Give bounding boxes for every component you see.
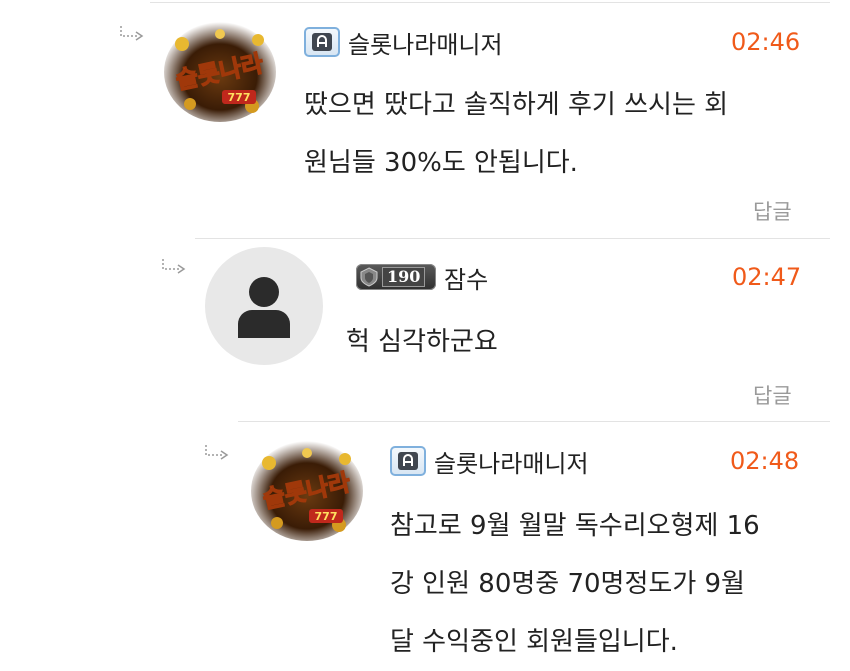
comment-author-name[interactable]: 잠수 [444, 260, 488, 295]
comment-divider [238, 421, 830, 422]
comment-divider [150, 2, 830, 3]
slotnara-logo-icon: 슬롯나라 777 [164, 22, 276, 122]
reply-arrow-icon [162, 259, 186, 274]
comment-body-line: 헉 심각하군요 [346, 327, 498, 357]
user-silhouette-icon [238, 277, 290, 338]
comment-body: 땄으면 땄다고 솔직하게 후기 쓰시는 회 원님들 30%도 안됩니다. [304, 76, 804, 192]
comment-time: 02:46 [731, 28, 801, 56]
shield-icon [360, 267, 378, 287]
avatar-slotnara-logo[interactable]: 슬롯나라 777 [247, 433, 367, 543]
comment-author-name[interactable]: 슬롯나라매니저 [434, 444, 589, 479]
comment-body: 참고로 9월 월말 독수리오형제 16 강 인원 80명중 70명정도가 9월 … [390, 497, 810, 671]
comment-author-name[interactable]: 슬롯나라매니저 [348, 25, 503, 60]
reply-arrow-icon [205, 445, 229, 460]
comment-time: 02:48 [730, 447, 800, 475]
comment-body-line: 강 인원 80명중 70명정도가 9월 [390, 569, 745, 599]
reply-button[interactable]: 답글 [753, 380, 792, 410]
comment-divider [195, 238, 830, 239]
comment-body: 헉 심각하군요 [346, 313, 786, 371]
level-number: 190 [382, 267, 426, 287]
comment-author-row: 슬롯나라매니저 [390, 444, 589, 478]
comment-body-line: 원님들 30%도 안됩니다. [304, 148, 578, 178]
avatar-default[interactable] [205, 247, 323, 365]
comment-body-line: 달 수익중인 회원들입니다. [390, 627, 678, 657]
svg-text:777: 777 [315, 510, 338, 523]
admin-badge-icon [304, 27, 340, 57]
comment-body-line: 땄으면 땄다고 솔직하게 후기 쓰시는 회 [304, 90, 729, 120]
slotnara-logo-icon: 슬롯나라 777 [251, 441, 363, 541]
comment-author-row: 슬롯나라매니저 [304, 25, 503, 59]
comment-time: 02:47 [732, 263, 802, 291]
avatar-slotnara-logo[interactable]: 슬롯나라 777 [160, 14, 280, 124]
admin-badge-icon [390, 446, 426, 476]
reply-button[interactable]: 답글 [753, 196, 792, 226]
comment-body-line: 참고로 9월 월말 독수리오형제 16 [390, 511, 760, 541]
reply-arrow-icon [120, 26, 144, 41]
comment-author-row: 190 잠수 [356, 260, 488, 294]
svg-text:777: 777 [228, 91, 251, 104]
level-badge-icon: 190 [356, 264, 436, 290]
